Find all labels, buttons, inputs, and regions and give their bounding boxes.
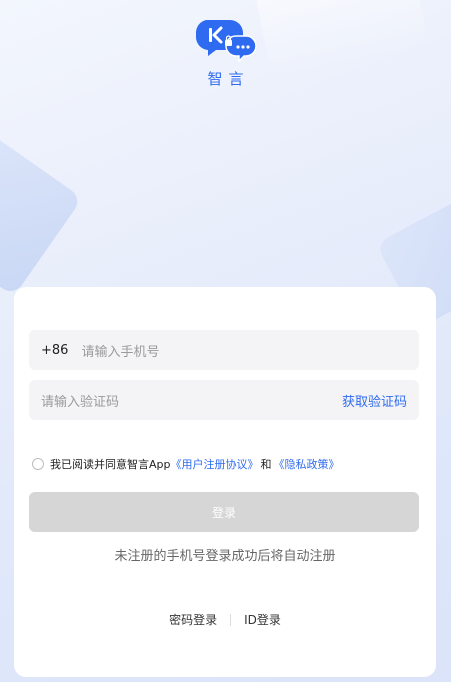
app-name: 智言	[207, 70, 250, 88]
phone-input[interactable]: 请输入手机号	[81, 341, 159, 360]
privacy-policy-link[interactable]: 《隐私政策》	[274, 456, 340, 472]
login-card: +86 请输入手机号 请输入验证码 获取验证码 我已阅读并同意智言App 《用户…	[14, 287, 436, 677]
app-logo-icon	[195, 20, 257, 63]
country-code[interactable]: +86	[41, 343, 68, 358]
divider	[230, 613, 232, 626]
login-button[interactable]: 登录	[29, 492, 419, 532]
background-decoration	[0, 123, 83, 297]
agree-radio[interactable]	[32, 458, 44, 470]
id-login-link[interactable]: ID登录	[244, 611, 281, 628]
background-decoration	[253, 0, 429, 76]
get-code-button[interactable]: 获取验证码	[342, 391, 407, 410]
code-input[interactable]: 请输入验证码	[41, 391, 119, 410]
agreement-prefix: 我已阅读并同意智言App	[50, 458, 171, 471]
auto-register-hint: 未注册的手机号登录成功后将自动注册	[114, 549, 336, 564]
phone-field[interactable]: +86 请输入手机号	[29, 330, 419, 370]
agreement-and: 和	[260, 458, 272, 471]
agreement-row: 我已阅读并同意智言App 《用户注册协议》 和 《隐私政策》	[32, 456, 340, 472]
alt-login-options: 密码登录 ID登录	[14, 611, 436, 628]
code-field[interactable]: 请输入验证码 获取验证码	[29, 380, 419, 420]
user-agreement-link[interactable]: 《用户注册协议》	[171, 456, 259, 472]
password-login-link[interactable]: 密码登录	[169, 611, 217, 628]
